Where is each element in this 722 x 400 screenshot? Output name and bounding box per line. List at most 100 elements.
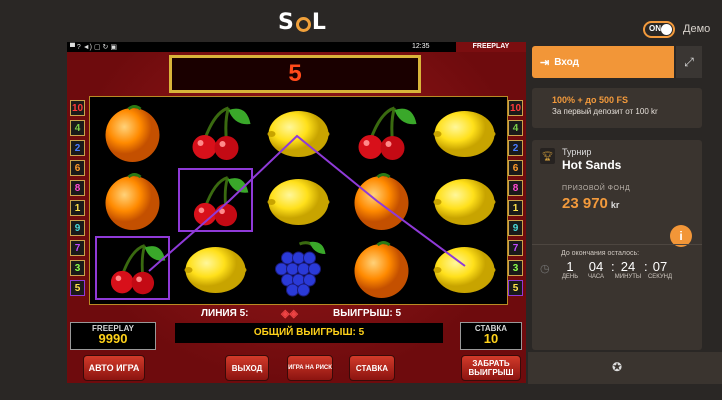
risk-game-button[interactable]: ИГРА НА РИСК xyxy=(287,355,333,381)
line-number: 7 xyxy=(508,240,523,256)
game-status-bar: ▀ ? ◄) ▢ ↻ ▣ 12:35 FREEPLAY xyxy=(67,42,526,52)
line-number: 4 xyxy=(70,120,85,136)
stake-box-value: 10 xyxy=(483,331,499,346)
logo-o-ring xyxy=(295,17,311,32)
stake-button[interactable]: СТАВКА xyxy=(349,355,395,381)
line-number: 5 xyxy=(508,280,523,296)
line-number: 8 xyxy=(70,180,85,196)
cherries-icon xyxy=(178,168,253,232)
bonus-title: 100% + до 500 FS xyxy=(552,95,629,105)
lemon-icon xyxy=(178,236,253,300)
bottom-panel xyxy=(528,352,722,384)
toggle-label: ON xyxy=(649,24,661,33)
prize-fund-value: 23 970 xyxy=(562,195,608,212)
exit-button[interactable]: ВЫХОД xyxy=(225,355,269,381)
line-number: 1 xyxy=(70,200,85,216)
slot-game[interactable]: ▀ ? ◄) ▢ ↻ ▣ 12:35 FREEPLAY 5 10 4 2 6 8 1 9 7 3… xyxy=(67,42,526,383)
demo-label: Демо xyxy=(683,23,711,35)
orange-icon xyxy=(344,236,419,300)
line-number: 6 xyxy=(508,160,523,176)
countdown-seconds: 07 СЕКУНД xyxy=(646,259,674,280)
reels-area xyxy=(89,96,508,305)
lemon-icon xyxy=(427,236,502,300)
countdown-days-value: 1 xyxy=(566,259,574,274)
line-number: 3 xyxy=(508,260,523,276)
line-number: 8 xyxy=(508,180,523,196)
tournament-divider xyxy=(532,244,702,245)
line-number: 3 xyxy=(70,260,85,276)
cherries-icon xyxy=(95,236,170,300)
line-number: 1 xyxy=(508,200,523,216)
prize-fund: 23 970 kr xyxy=(562,195,619,212)
site-logo[interactable]: SL xyxy=(278,10,327,35)
collect-win-button[interactable]: ЗАБРАТЬ ВЫИГРЫШ xyxy=(461,355,521,381)
lemon-icon xyxy=(261,168,336,232)
info-row: ЛИНИЯ 5: ◈◈ ВЫИГРЫШ: 5 xyxy=(67,305,526,323)
line-number: 5 xyxy=(70,280,85,296)
line-number: 7 xyxy=(70,240,85,256)
lemon-icon xyxy=(427,168,502,232)
countdown-hours-unit: ЧАСА xyxy=(587,274,605,280)
tournament-name: Hot Sands xyxy=(562,158,622,172)
support-icon[interactable]: ✪ xyxy=(612,360,622,374)
countdown-seconds-value: 07 xyxy=(652,259,668,274)
line-number: 4 xyxy=(508,120,523,136)
login-button[interactable]: ⇥ Вход xyxy=(532,46,674,78)
fullscreen-icon[interactable]: ⤢ xyxy=(676,46,702,78)
cherries-icon xyxy=(178,100,253,164)
line-number: 10 xyxy=(508,100,523,116)
prize-fund-label: ПРИЗОВОЙ ФОНД xyxy=(562,185,631,192)
win-line-label: ЛИНИЯ 5: xyxy=(201,308,249,319)
tournament-label: Турнир xyxy=(562,147,592,157)
tournament-card[interactable]: 🏆︎ Турнир Hot Sands ПРИЗОВОЙ ФОНД 23 970… xyxy=(532,140,702,350)
login-label: Вход xyxy=(554,56,579,68)
line-number: 9 xyxy=(508,220,523,236)
bonus-banner[interactable]: 100% + до 500 FS За первый депозит от 10… xyxy=(532,88,702,128)
reel xyxy=(259,100,338,301)
status-icons[interactable]: ▀ ? ◄) ▢ ↻ ▣ xyxy=(70,43,117,51)
orange-icon xyxy=(344,168,419,232)
prize-currency: kr xyxy=(610,200,620,210)
reel xyxy=(176,100,255,301)
countdown-minutes-value: 24 xyxy=(620,259,636,274)
status-time: 12:35 xyxy=(412,43,430,50)
reel xyxy=(342,100,421,301)
line-display: 5 xyxy=(169,55,421,93)
countdown-hours-value: 04 xyxy=(588,259,604,274)
line-numbers-right: 10 4 2 6 8 1 9 7 3 5 xyxy=(508,100,524,300)
dice-icon: ◈◈ xyxy=(281,308,298,320)
countdown-label: До окончания осталось: xyxy=(561,250,640,257)
side-panel: ⇥ Вход ⤢ 100% + до 500 FS За первый депо… xyxy=(532,46,702,384)
line-numbers-left: 10 4 2 6 8 1 9 7 3 5 xyxy=(70,100,86,300)
stake-box: СТАВКА 10 xyxy=(460,322,522,350)
countdown-days-unit: ДЕНЬ xyxy=(561,274,579,280)
countdown-hours: 04 ЧАСА xyxy=(582,259,610,280)
orange-icon xyxy=(95,168,170,232)
line-number: 2 xyxy=(70,140,85,156)
freeplay-tag: FREEPLAY xyxy=(456,42,526,52)
demo-toggle[interactable]: ON xyxy=(643,21,675,38)
freeplay-balance-value: 9990 xyxy=(98,331,128,346)
line-win-label: ВЫИГРЫШ: 5 xyxy=(333,308,402,319)
countdown-seconds-unit: СЕКУНД xyxy=(647,274,673,280)
countdown-minutes-unit: МИНУТЫ xyxy=(614,274,642,280)
line-number: 9 xyxy=(70,220,85,236)
orange-icon xyxy=(95,100,170,164)
toggle-knob xyxy=(661,24,672,35)
lemon-icon xyxy=(427,100,502,164)
freeplay-balance: FREEPLAY 9990 xyxy=(70,322,156,350)
clock-icon: ◷ xyxy=(540,263,550,275)
total-win-bar: ОБЩИЙ ВЫИГРЫШ: 5 xyxy=(175,323,443,343)
countdown-days: 1 ДЕНЬ xyxy=(556,259,584,280)
auto-play-button[interactable]: АВТО ИГРА xyxy=(83,355,145,381)
line-number: 10 xyxy=(70,100,85,116)
line-number: 2 xyxy=(508,140,523,156)
countdown-minutes: 24 МИНУТЫ xyxy=(614,259,642,280)
bonus-subtitle: За первый депозит от 100 kr xyxy=(552,107,658,116)
line-number: 6 xyxy=(70,160,85,176)
reel xyxy=(93,100,172,301)
cherries-icon xyxy=(344,100,419,164)
grapes-icon xyxy=(261,236,336,300)
lemon-icon xyxy=(261,100,336,164)
reel xyxy=(425,100,504,301)
